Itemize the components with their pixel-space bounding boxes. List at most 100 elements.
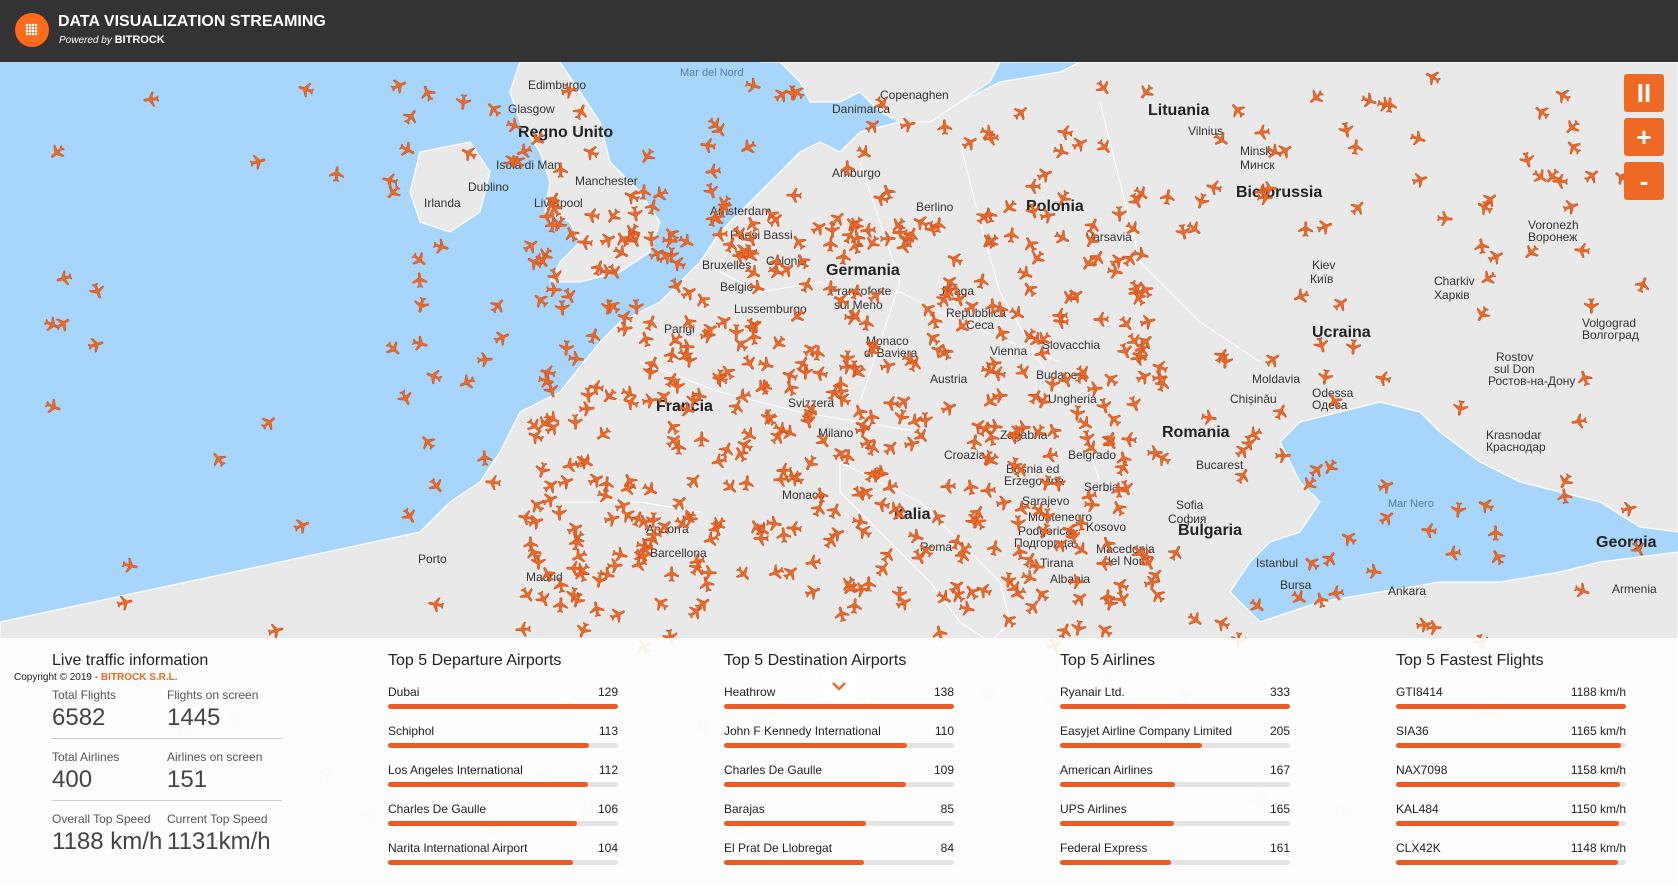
plane-icon[interactable]: [453, 92, 473, 112]
plane-icon[interactable]: [858, 220, 878, 240]
plane-icon[interactable]: [834, 247, 854, 267]
plane-icon[interactable]: [399, 105, 424, 130]
plane-icon[interactable]: [513, 619, 532, 638]
plane-icon[interactable]: [1343, 337, 1362, 356]
plane-icon[interactable]: [1172, 221, 1193, 242]
plane-icon[interactable]: [565, 559, 584, 578]
plane-icon[interactable]: [481, 96, 506, 121]
plane-icon[interactable]: [1518, 239, 1543, 264]
plane-icon[interactable]: [877, 355, 899, 377]
plane-icon[interactable]: [590, 421, 615, 446]
plane-icon[interactable]: [640, 391, 661, 412]
plane-icon[interactable]: [1476, 266, 1501, 291]
plane-icon[interactable]: [41, 395, 64, 418]
plane-icon[interactable]: [936, 118, 955, 137]
plane-icon[interactable]: [1409, 169, 1432, 192]
plane-icon[interactable]: [1472, 236, 1492, 256]
plane-icon[interactable]: [926, 505, 950, 529]
plane-icon[interactable]: [640, 362, 660, 382]
plane-icon[interactable]: [119, 555, 140, 576]
plane-icon[interactable]: [256, 410, 281, 435]
plane-icon[interactable]: [863, 283, 888, 308]
plane-icon[interactable]: [490, 326, 514, 350]
plane-icon[interactable]: [938, 476, 957, 495]
plane-icon[interactable]: [736, 135, 760, 159]
plane-icon[interactable]: [991, 299, 1012, 320]
plane-icon[interactable]: [206, 446, 231, 471]
plane-icon[interactable]: [583, 325, 606, 348]
plane-icon[interactable]: [1133, 79, 1158, 104]
plane-icon[interactable]: [1364, 562, 1385, 583]
plane-icon[interactable]: [606, 603, 630, 627]
plane-icon[interactable]: [1225, 97, 1250, 122]
plane-icon[interactable]: [1092, 310, 1111, 329]
plane-icon[interactable]: [775, 461, 794, 480]
plane-icon[interactable]: [558, 80, 580, 102]
plane-icon[interactable]: [430, 236, 452, 258]
plane-icon[interactable]: [53, 267, 75, 289]
plane-icon[interactable]: [1626, 537, 1651, 562]
plane-icon[interactable]: [831, 603, 853, 625]
plane-icon[interactable]: [1042, 419, 1066, 443]
plane-icon[interactable]: [1164, 541, 1188, 565]
plane-icon[interactable]: [965, 432, 986, 453]
plane-icon[interactable]: [1199, 408, 1220, 429]
plane-icon[interactable]: [1631, 273, 1654, 296]
plane-icon[interactable]: [1303, 84, 1328, 109]
plane-icon[interactable]: [795, 273, 819, 297]
plane-icon[interactable]: [1011, 360, 1036, 385]
plane-icon[interactable]: [586, 598, 607, 619]
panel-toggle-button[interactable]: [822, 672, 856, 700]
plane-icon[interactable]: [808, 343, 828, 363]
plane-icon[interactable]: [1372, 367, 1394, 389]
plane-icon[interactable]: [730, 561, 755, 586]
plane-icon[interactable]: [1310, 334, 1332, 356]
plane-icon[interactable]: [638, 478, 663, 503]
plane-icon[interactable]: [681, 468, 706, 493]
plane-icon[interactable]: [1051, 306, 1069, 324]
plane-icon[interactable]: [327, 164, 347, 184]
plane-icon[interactable]: [395, 138, 419, 162]
plane-icon[interactable]: [1569, 411, 1590, 432]
plane-icon[interactable]: [742, 75, 764, 97]
plane-icon[interactable]: [577, 399, 596, 418]
plane-icon[interactable]: [295, 78, 318, 101]
plane-icon[interactable]: [582, 205, 603, 226]
plane-icon[interactable]: [1286, 585, 1311, 610]
copyright-link[interactable]: BITROCK S.R.L.: [101, 672, 178, 683]
plane-icon[interactable]: [141, 89, 161, 109]
plane-icon[interactable]: [1042, 374, 1062, 394]
plane-icon[interactable]: [831, 382, 852, 403]
plane-icon[interactable]: [737, 473, 757, 493]
plane-icon[interactable]: [1570, 579, 1593, 602]
plane-icon[interactable]: [1008, 100, 1033, 125]
plane-icon[interactable]: [1337, 526, 1362, 551]
plane-icon[interactable]: [703, 161, 723, 181]
plane-icon[interactable]: [406, 247, 431, 272]
plane-icon[interactable]: [1146, 444, 1164, 462]
plane-icon[interactable]: [1158, 187, 1178, 207]
plane-icon[interactable]: [1560, 196, 1583, 219]
plane-icon[interactable]: [1215, 351, 1235, 371]
plane-icon[interactable]: [387, 74, 411, 98]
plane-icon[interactable]: [1421, 65, 1446, 90]
plane-icon[interactable]: [1448, 500, 1468, 520]
plane-icon[interactable]: [85, 279, 108, 302]
plane-icon[interactable]: [1474, 493, 1498, 517]
plane-icon[interactable]: [1345, 195, 1370, 220]
plane-icon[interactable]: [785, 186, 804, 205]
plane-icon[interactable]: [990, 321, 1014, 345]
plane-icon[interactable]: [862, 437, 885, 460]
plane-icon[interactable]: [1380, 95, 1399, 114]
plane-icon[interactable]: [457, 141, 481, 165]
plane-icon[interactable]: [44, 139, 69, 164]
plane-icon[interactable]: [897, 114, 919, 136]
plane-icon[interactable]: [556, 338, 575, 357]
plane-icon[interactable]: [759, 408, 778, 427]
plane-icon[interactable]: [114, 592, 136, 614]
plane-icon[interactable]: [971, 270, 992, 291]
plane-icon[interactable]: [635, 144, 660, 169]
plane-icon[interactable]: [290, 514, 314, 538]
plane-icon[interactable]: [663, 565, 681, 583]
plane-icon[interactable]: [1244, 593, 1269, 618]
